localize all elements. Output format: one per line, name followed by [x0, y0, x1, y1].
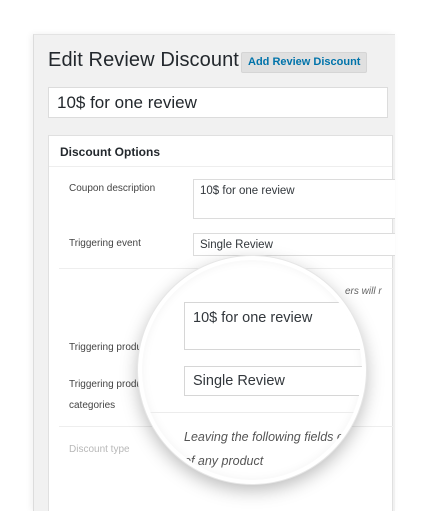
magnified-hint-line1: Leaving the following fields empty: [184, 430, 366, 444]
coupon-description-label: Coupon description: [69, 183, 156, 194]
triggering-categories-label-line2: categories: [69, 400, 116, 411]
discount-type-label: Discount type: [69, 444, 130, 455]
page-title: Edit Review Discount: [48, 49, 239, 71]
magnified-event-select: Single Review: [184, 366, 362, 396]
magnified-divider: [142, 412, 362, 413]
magnified-content: 10$ for one review Single Review Leaving…: [142, 260, 362, 480]
magnifier-lens: 10$ for one review Single Review Leaving…: [138, 256, 366, 484]
triggering-event-label: Triggering event: [69, 238, 141, 249]
panel-title: Discount Options: [60, 145, 160, 159]
magnified-hint-line2: of any product: [184, 454, 264, 468]
coupon-description-textarea[interactable]: 10$ for one review: [193, 179, 395, 219]
post-title-input[interactable]: 10$ for one review: [48, 87, 388, 118]
triggering-products-label: Triggering produ: [69, 342, 143, 353]
panel-header: Discount Options: [49, 136, 392, 167]
magnified-description-textarea: 10$ for one review: [184, 302, 362, 350]
add-review-discount-button[interactable]: Add Review Discount: [241, 52, 368, 73]
triggering-event-select[interactable]: Single Review: [193, 233, 395, 256]
triggering-categories-label-line1: Triggering produ: [69, 379, 143, 390]
